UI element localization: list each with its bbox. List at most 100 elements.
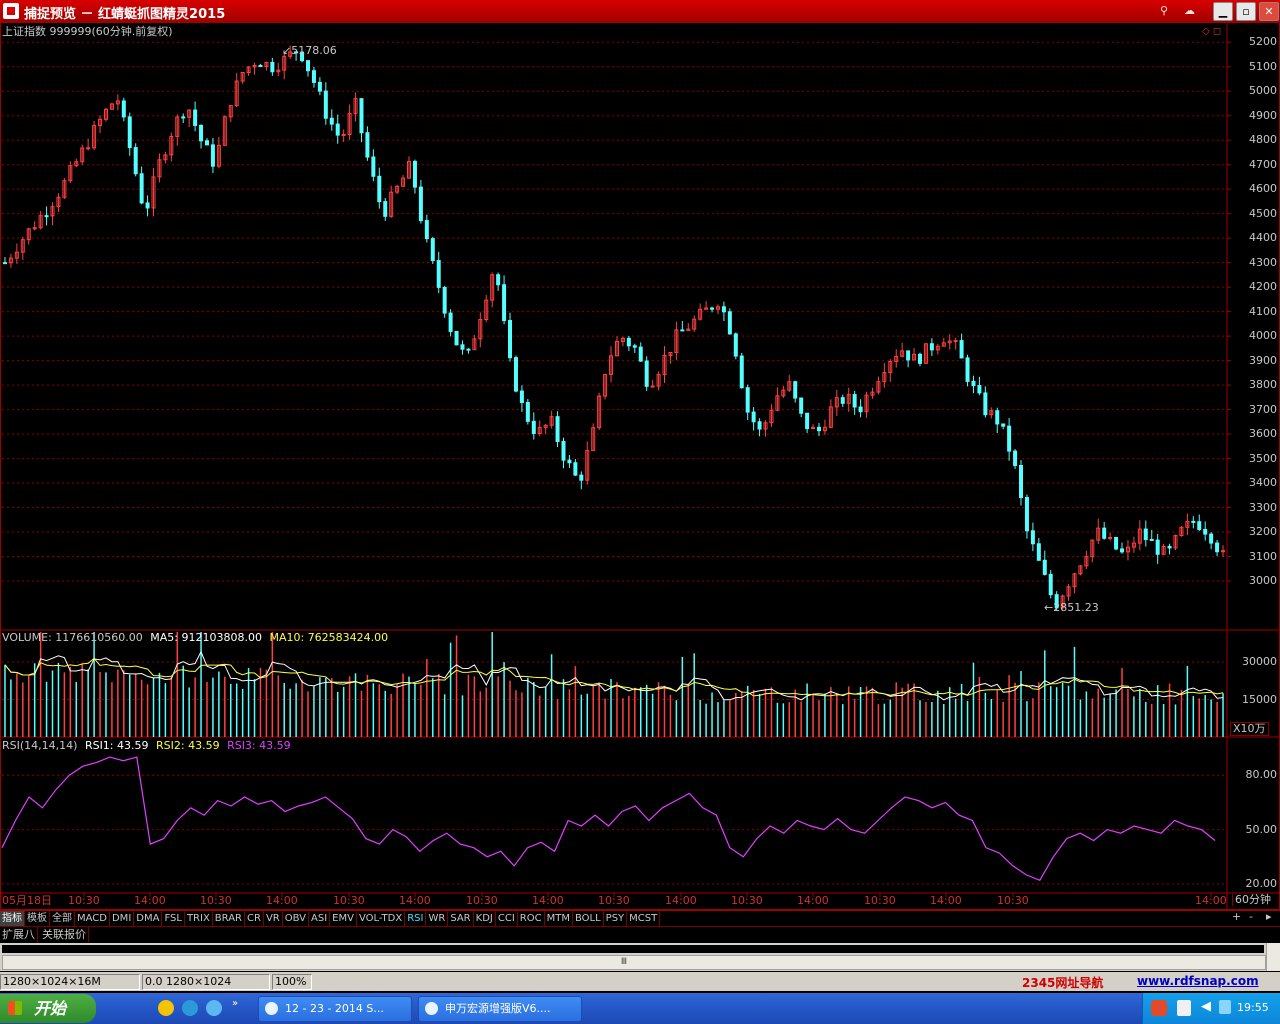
tab-cci[interactable]: CCI [496, 911, 518, 926]
tab-mcst[interactable]: MCST [627, 911, 661, 926]
tab-mtm[interactable]: MTM [545, 911, 573, 926]
candle-body [751, 411, 756, 423]
tab-asi[interactable]: ASI [309, 911, 331, 926]
horizontal-scrollbar[interactable]: Ⅲ [2, 955, 1266, 970]
tab-sar[interactable]: SAR [448, 911, 474, 926]
price-axis-label: 3400 [1249, 476, 1277, 490]
candle-body [632, 345, 637, 348]
time-axis-label: 14:00 [797, 894, 829, 907]
quicklaunch-app-icon[interactable] [206, 1000, 222, 1016]
taskbar-item-2-label: 申万宏源增强版V6.... [445, 1002, 551, 1015]
period-label[interactable]: 60分钟 [1232, 894, 1273, 906]
tab-cr[interactable]: CR [245, 911, 264, 926]
taskbar-item-1[interactable]: 12 - 23 - 2014 S... [258, 996, 412, 1022]
tab-wr[interactable]: WR [426, 911, 449, 926]
tab-brar[interactable]: BRAR [213, 911, 245, 926]
sub-tab-2[interactable]: 关联报价 [40, 927, 89, 942]
quicklaunch-browser-icon[interactable] [158, 1000, 174, 1016]
tab--[interactable]: 模板 [25, 911, 50, 926]
minimize-button[interactable]: ▁ [1213, 2, 1233, 21]
tab-emv[interactable]: EMV [330, 911, 357, 926]
candle-body [721, 306, 726, 313]
status-bar: 1280×1024×16M 0.0 1280×1024 100% 2345网址导… [0, 972, 1280, 991]
tab-vol-tdx[interactable]: VOL-TDX [357, 911, 406, 926]
volume-axis-label: 30000 [1242, 655, 1277, 668]
chart-corner-icons[interactable]: ◇ ◻ [1202, 26, 1221, 38]
candle-body [371, 156, 376, 177]
candle-body [2, 262, 7, 265]
volume-ma5: MA5: 912103808.00 [150, 631, 262, 644]
tab-kdj[interactable]: KDJ [474, 911, 496, 926]
tab-macd[interactable]: MACD [75, 911, 110, 926]
candle-body [519, 390, 524, 403]
quicklaunch-more-icon[interactable]: » [232, 998, 238, 1009]
tab-vr[interactable]: VR [264, 911, 283, 926]
time-axis-label: 14:00 [665, 894, 697, 907]
candle-body [323, 90, 328, 119]
candle-body [626, 337, 631, 347]
preview-strip [2, 945, 1264, 953]
tab-roc[interactable]: ROC [518, 911, 545, 926]
nav-link[interactable]: 2345网址导航 [1022, 974, 1103, 991]
candle-body [977, 385, 982, 394]
tab-boll[interactable]: BOLL [573, 911, 604, 926]
rsi-legend: RSI(14,14,14) RSI1: 43.59 RSI2: 43.59 RS… [2, 740, 291, 752]
candle-body [377, 175, 382, 203]
volume-ma5-line [4, 650, 1224, 701]
vertical-scrollbar[interactable] [1266, 943, 1280, 971]
network-icon[interactable] [1219, 1000, 1231, 1014]
time-axis-label: 10:30 [68, 894, 100, 907]
rsi2-value: RSI2: 43.59 [156, 739, 220, 752]
candle-body [852, 394, 857, 408]
input-method-icon[interactable] [1151, 1000, 1167, 1016]
volume-ma10: MA10: 762583424.00 [269, 631, 389, 644]
kline-chart[interactable] [0, 22, 1280, 910]
candle-body [1203, 528, 1208, 535]
indicator-tabs: 指标 模板 全部 MACD DMI DMA FSL TRIX BRAR CR VR OBV ASI EMV… [0, 910, 1280, 927]
low-annotation: ←2851.23 [1044, 601, 1099, 614]
zoom-out-button[interactable]: - [1249, 911, 1253, 923]
tab-psy[interactable]: PSY [604, 911, 628, 926]
preview-scroll-area[interactable]: Ⅲ [0, 943, 1280, 971]
tab-rsi[interactable]: RSI [405, 911, 427, 926]
zoom-in-button[interactable]: + [1232, 911, 1241, 923]
website-link[interactable]: www.rdfsnap.com [1137, 974, 1259, 988]
start-button[interactable]: 开始 [0, 994, 96, 1023]
scroll-right-button[interactable]: ▸ [1266, 911, 1272, 923]
volume-icon[interactable]: ◀ [1201, 999, 1211, 1014]
window-title-bar[interactable]: 捕捉预览 － 红蜻蜓抓图精灵2015 ⚲ ☁ ▁ ▫ ✕ [0, 0, 1280, 22]
cloud-icon[interactable]: ☁ [1184, 4, 1195, 17]
price-axis-label: 3300 [1249, 500, 1277, 514]
price-axis-label: 4600 [1249, 182, 1277, 196]
time-axis-label: 14:00 [1195, 894, 1227, 907]
candle-body [1007, 425, 1012, 452]
tab--[interactable]: 全部 [50, 911, 75, 926]
time-axis-label: 14:00 [930, 894, 962, 907]
tab-fsl[interactable]: FSL [162, 911, 185, 926]
pin-icon[interactable]: ⚲ [1160, 4, 1168, 17]
price-axis-label: 3700 [1249, 402, 1277, 416]
time-axis-label: 10:30 [466, 894, 498, 907]
candle-body [579, 474, 584, 481]
candle-body [799, 397, 804, 414]
tray-app-icon[interactable] [1177, 1000, 1191, 1016]
candle-body [757, 421, 762, 430]
sub-tab-1[interactable]: 扩展八 [0, 927, 38, 942]
tab--[interactable]: 指标 [0, 911, 25, 926]
candle-body [335, 123, 340, 136]
tab-trix[interactable]: TRIX [185, 911, 213, 926]
close-button[interactable]: ✕ [1259, 2, 1279, 21]
candle-body [858, 406, 863, 413]
quicklaunch-ie-icon[interactable] [182, 1000, 198, 1016]
price-axis-label: 3200 [1249, 525, 1277, 539]
tab-obv[interactable]: OBV [283, 911, 309, 926]
candle-body [739, 355, 744, 389]
tab-dma[interactable]: DMA [134, 911, 163, 926]
taskbar-item-2[interactable]: 申万宏源增强版V6.... [418, 996, 582, 1022]
candle-body [204, 140, 209, 146]
maximize-button[interactable]: ▫ [1236, 2, 1256, 21]
tab-dmi[interactable]: DMI [110, 911, 135, 926]
scroll-thumb[interactable]: Ⅲ [611, 956, 637, 969]
rsi3-value: RSI3: 43.59 [227, 739, 291, 752]
time-axis-label: 10:30 [598, 894, 630, 907]
